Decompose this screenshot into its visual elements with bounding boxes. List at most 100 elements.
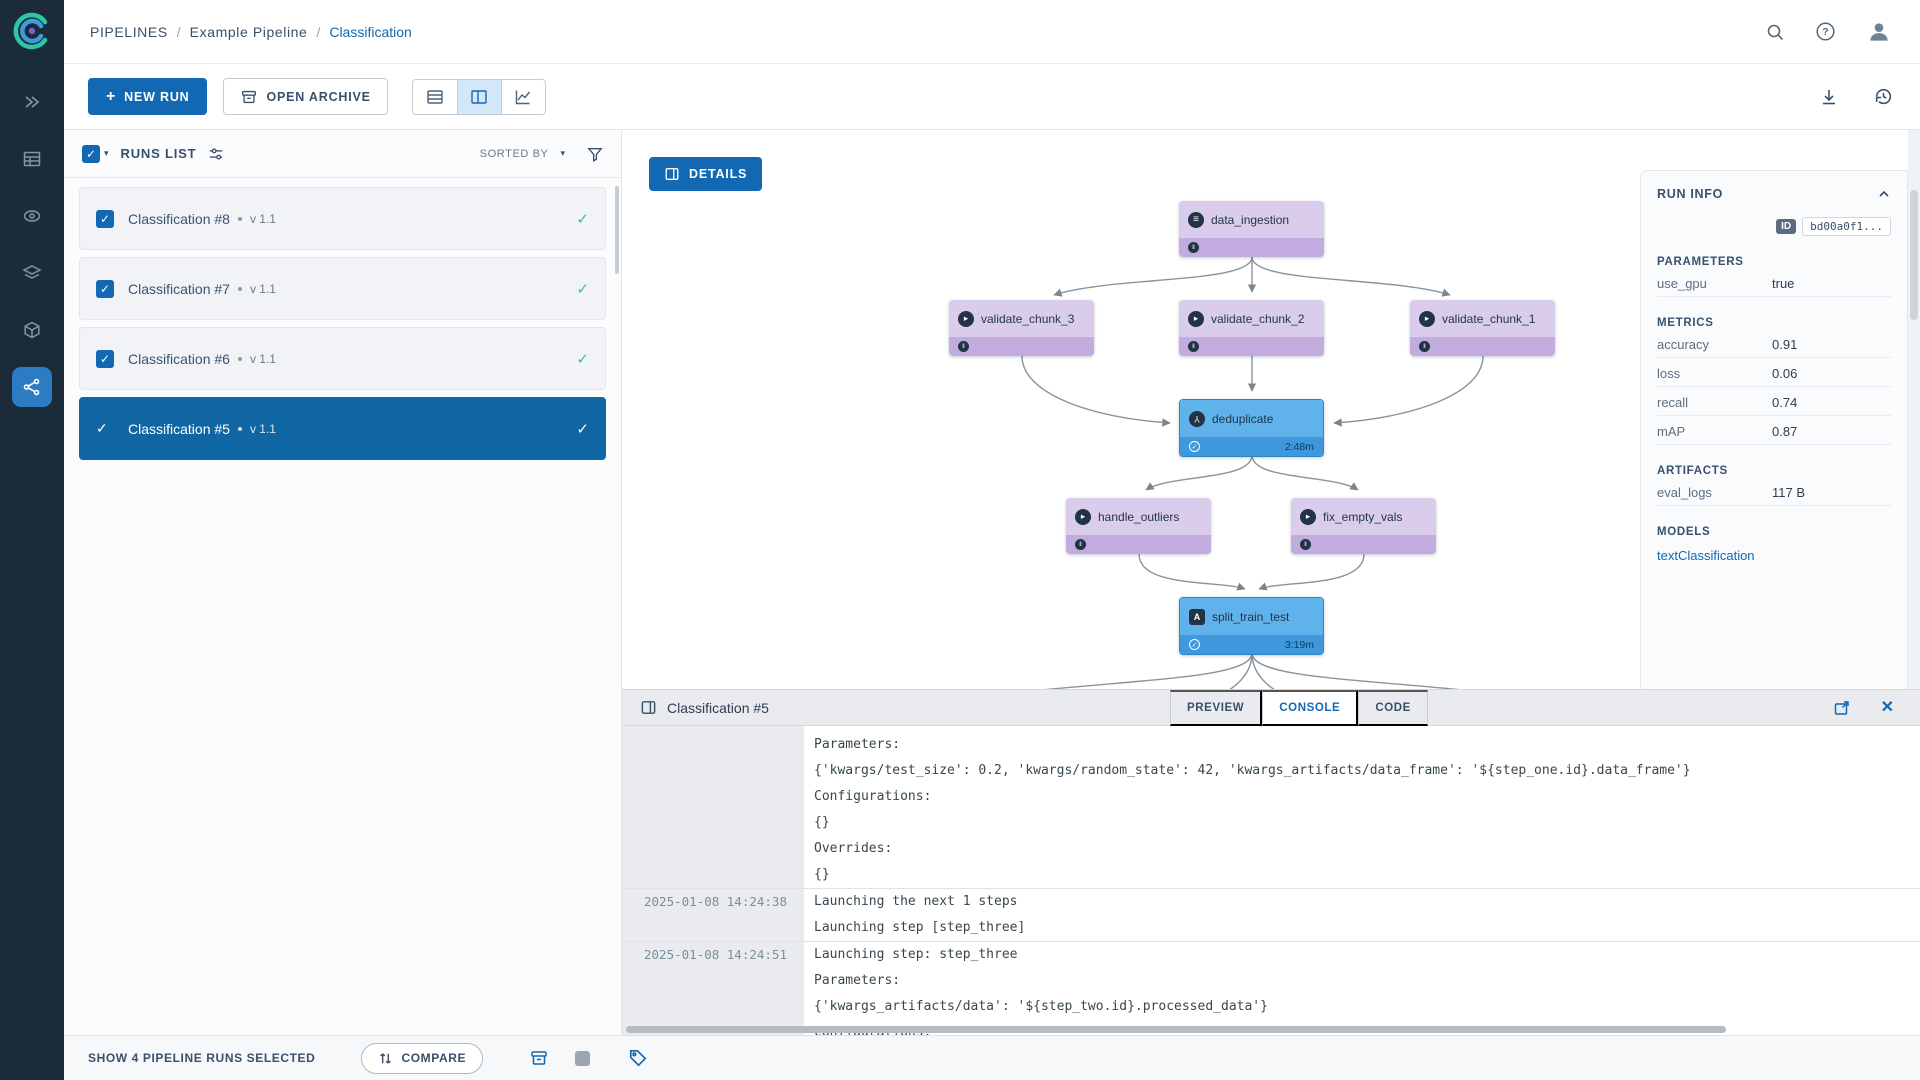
log-timestamp bbox=[622, 968, 804, 994]
chart-view-button[interactable] bbox=[500, 79, 545, 114]
status-pending-icon bbox=[1188, 242, 1199, 253]
app-logo[interactable] bbox=[11, 10, 53, 52]
log-line: {'kwargs/test_size': 0.2, 'kwargs/random… bbox=[814, 763, 1691, 778]
metric-label: recall bbox=[1657, 394, 1689, 410]
search-button[interactable] bbox=[1763, 20, 1787, 44]
download-button[interactable] bbox=[1817, 85, 1841, 109]
node-duration: 3:19m bbox=[1284, 638, 1314, 651]
breadcrumb-project[interactable]: Example Pipeline bbox=[190, 24, 308, 40]
run-selected-check-icon[interactable] bbox=[96, 420, 114, 437]
details-button[interactable]: DETAILS bbox=[649, 157, 763, 191]
abort-selected-button[interactable] bbox=[575, 1050, 591, 1066]
run-title: Classification #6 bbox=[128, 350, 230, 367]
run-checkbox[interactable] bbox=[96, 209, 114, 228]
graph-node-validate-chunk-1[interactable]: validate_chunk_1 bbox=[1410, 300, 1555, 356]
sidebar-item-getting-started[interactable] bbox=[12, 82, 52, 122]
run-row-classification-6[interactable]: Classification #6 v 1.1 bbox=[79, 327, 606, 390]
help-button[interactable]: ? bbox=[1813, 19, 1838, 44]
sorted-by-caret-icon[interactable]: ▾ bbox=[560, 148, 565, 159]
refresh-history-button[interactable] bbox=[1871, 84, 1896, 109]
log-timestamp bbox=[622, 915, 804, 941]
selection-footer: SHOW 4 PIPELINE RUNS SELECTED COMPARE bbox=[64, 1035, 1920, 1080]
run-step-icon bbox=[958, 310, 974, 327]
compare-button[interactable]: COMPARE bbox=[361, 1042, 484, 1074]
pipeline-toolbar: + NEW RUN OPEN ARCHIVE bbox=[64, 64, 1920, 130]
tab-preview[interactable]: PREVIEW bbox=[1170, 690, 1263, 726]
run-checkbox[interactable] bbox=[96, 349, 114, 368]
sidebar bbox=[0, 0, 64, 1080]
layers-icon bbox=[22, 265, 42, 279]
run-row-classification-7[interactable]: Classification #7 v 1.1 bbox=[79, 257, 606, 320]
graph-node-fix-empty-vals[interactable]: fix_empty_vals bbox=[1291, 498, 1436, 554]
filter-button[interactable] bbox=[587, 146, 603, 162]
open-archive-button[interactable]: OPEN ARCHIVE bbox=[223, 78, 388, 115]
parameter-label: use_gpu bbox=[1657, 275, 1707, 291]
metric-row: loss 0.06 bbox=[1657, 360, 1891, 387]
tab-console[interactable]: CONSOLE bbox=[1262, 690, 1359, 726]
graph-node-validate-chunk-3[interactable]: validate_chunk_3 bbox=[949, 300, 1094, 356]
select-all-checkbox[interactable] bbox=[82, 144, 100, 163]
tag-selected-button[interactable] bbox=[628, 1048, 648, 1068]
details-label: DETAILS bbox=[689, 167, 748, 181]
run-version: v 1.1 bbox=[249, 351, 276, 366]
log-line: Launching step [step_three] bbox=[814, 920, 1026, 935]
run-row-classification-8[interactable]: Classification #8 v 1.1 bbox=[79, 187, 606, 250]
log-timestamp: 2025-01-08 14:24:51 bbox=[644, 947, 787, 962]
sidebar-item-scout[interactable] bbox=[12, 196, 52, 236]
view-toggle-group bbox=[411, 78, 546, 115]
close-console-icon[interactable]: ✕ bbox=[1881, 699, 1894, 716]
sidebar-item-pipelines[interactable] bbox=[12, 367, 52, 407]
console-tabs: PREVIEW CONSOLE CODE bbox=[1170, 690, 1428, 726]
graph-node-deduplicate[interactable]: deduplicate 2:48m bbox=[1179, 399, 1324, 457]
tab-code[interactable]: CODE bbox=[1358, 690, 1428, 726]
sidebar-item-datasets[interactable] bbox=[12, 253, 52, 293]
table-view-button[interactable] bbox=[412, 79, 457, 114]
sidebar-item-reports[interactable] bbox=[12, 139, 52, 179]
eye-icon bbox=[23, 210, 41, 222]
log-timestamp bbox=[622, 994, 804, 1020]
archive-selected-button[interactable] bbox=[529, 1048, 549, 1068]
compare-icon bbox=[380, 1052, 392, 1064]
tune-icon bbox=[210, 147, 223, 160]
run-version: v 1.1 bbox=[249, 421, 276, 436]
model-link[interactable]: textClassification bbox=[1657, 548, 1891, 563]
user-menu-button[interactable] bbox=[1864, 17, 1894, 47]
node-label: validate_chunk_2 bbox=[1211, 311, 1305, 326]
console-log[interactable]: Parameters: {'kwargs/test_size': 0.2, 'k… bbox=[622, 726, 1920, 1036]
run-row-classification-5[interactable]: Classification #5 v 1.1 bbox=[79, 397, 606, 460]
graph-node-split-train-test[interactable]: split_train_test 3:19m bbox=[1179, 597, 1324, 655]
expand-console-button[interactable] bbox=[1831, 697, 1853, 719]
bullet-separator bbox=[237, 286, 242, 291]
sorted-by-label[interactable]: SORTED BY bbox=[480, 148, 549, 160]
status-completed-icon bbox=[1189, 639, 1200, 650]
console-horizontal-scrollbar[interactable] bbox=[626, 1026, 1726, 1033]
search-icon bbox=[1767, 24, 1783, 40]
console-header: Classification #5 PREVIEW CONSOLE CODE ✕ bbox=[622, 690, 1920, 726]
bullet-separator bbox=[237, 426, 242, 431]
runs-list-scrollbar[interactable] bbox=[615, 186, 619, 274]
logo-icon bbox=[13, 12, 48, 50]
select-all-caret-icon[interactable]: ▾ bbox=[104, 148, 109, 159]
run-checkbox[interactable] bbox=[96, 279, 114, 298]
graph-scrollbar-thumb[interactable] bbox=[1910, 190, 1918, 320]
split-view-button[interactable] bbox=[456, 79, 501, 114]
models-section-title: MODELS bbox=[1657, 526, 1711, 538]
graph-node-validate-chunk-2[interactable]: validate_chunk_2 bbox=[1179, 300, 1324, 356]
svg-text:?: ? bbox=[1822, 26, 1828, 38]
new-run-button[interactable]: + NEW RUN bbox=[88, 78, 208, 115]
sidebar-item-models[interactable] bbox=[12, 310, 52, 350]
breadcrumb-root[interactable]: PIPELINES bbox=[90, 24, 168, 40]
filter-funnel-icon bbox=[587, 147, 603, 162]
node-label: split_train_test bbox=[1212, 609, 1290, 624]
new-run-label: NEW RUN bbox=[124, 89, 190, 104]
log-line: Overrides: bbox=[814, 841, 893, 856]
run-version: v 1.1 bbox=[249, 211, 276, 226]
log-timestamp bbox=[622, 810, 804, 836]
log-timestamp bbox=[622, 836, 804, 862]
breadcrumb-current[interactable]: Classification bbox=[329, 24, 411, 40]
collapse-panel-button[interactable] bbox=[1877, 187, 1891, 201]
customize-columns-button[interactable] bbox=[208, 146, 224, 162]
graph-node-handle-outliers[interactable]: handle_outliers bbox=[1066, 498, 1211, 554]
graph-node-data-ingestion[interactable]: data_ingestion bbox=[1179, 201, 1324, 257]
run-id-value[interactable]: bd00a0f1... bbox=[1802, 217, 1891, 236]
